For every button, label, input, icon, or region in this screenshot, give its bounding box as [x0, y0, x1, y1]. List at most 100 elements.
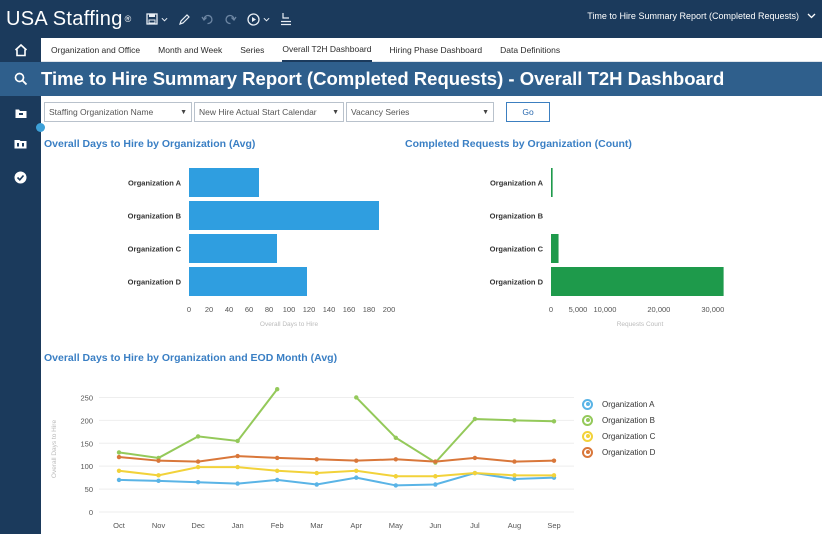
dropdown-caret-icon: ▼: [332, 108, 339, 116]
folder-button[interactable]: [0, 108, 41, 119]
run-button[interactable]: [246, 12, 270, 26]
tick-label: 60: [245, 305, 253, 314]
legend-item[interactable]: Organization A: [582, 396, 655, 412]
x-tick-label: May: [389, 521, 403, 530]
chevron-down-icon: [263, 17, 270, 22]
category-label: Organization C: [490, 245, 544, 254]
save-button[interactable]: [145, 13, 168, 25]
x-tick-label: Feb: [271, 521, 284, 530]
data-point: [512, 459, 517, 464]
report-selector[interactable]: Time to Hire Summary Report (Completed R…: [587, 11, 816, 21]
category-label: Organization C: [128, 245, 182, 254]
tick-label: 40: [225, 305, 233, 314]
home-button[interactable]: [0, 43, 41, 57]
data-point: [551, 419, 557, 424]
data-point: [354, 475, 359, 480]
data-point: [116, 454, 122, 460]
bar: [551, 168, 553, 197]
data-point: [116, 468, 122, 473]
data-point: [235, 481, 240, 486]
tick-label: 20,000: [647, 305, 670, 314]
legend-swatch: [582, 398, 593, 410]
legend-label: Organization B: [602, 415, 655, 425]
bar: [189, 168, 259, 197]
avg-days-chart-title: Overall Days to Hire by Organization (Av…: [44, 138, 256, 150]
undo-icon: [201, 14, 213, 24]
brand-registered-mark: ®: [124, 14, 132, 24]
y-tick-label: 250: [80, 393, 93, 402]
legend-swatch-fill: [585, 402, 590, 406]
bar: [551, 234, 559, 263]
chevron-down-icon: [807, 13, 816, 19]
y-tick-label: 200: [80, 416, 93, 425]
folder-icon: [15, 109, 26, 118]
save-icon: [145, 13, 158, 25]
staffing-organization-select[interactable]: Staffing Organization Name ▼: [44, 102, 192, 122]
data-point: [551, 473, 557, 478]
library-button[interactable]: [0, 138, 41, 149]
category-label: Organization A: [490, 179, 544, 188]
data-point: [195, 464, 201, 470]
data-point: [274, 455, 280, 461]
bar: [189, 267, 307, 296]
data-point: [195, 480, 201, 485]
tab-overall-t2h-dashboard[interactable]: Overall T2H Dashboard: [282, 38, 372, 62]
y-axis-label: Overall Days to Hire: [51, 420, 58, 479]
legend-item[interactable]: Organization D: [582, 444, 655, 460]
tab-series[interactable]: Series: [240, 38, 264, 62]
edit-button[interactable]: [178, 13, 191, 26]
tab-hiring-phase-dashboard[interactable]: Hiring Phase Dashboard: [390, 38, 483, 62]
legend-swatch-fill: [585, 434, 590, 438]
data-point: [195, 459, 201, 464]
undo-button[interactable]: [201, 13, 214, 26]
redo-button[interactable]: [224, 13, 237, 26]
report-name: Time to Hire Summary Report (Completed R…: [587, 11, 799, 21]
data-point: [393, 483, 399, 488]
dropdown-caret-icon: ▼: [482, 108, 489, 116]
x-tick-label: Mar: [310, 521, 323, 530]
data-point: [551, 458, 557, 463]
tasks-button[interactable]: [0, 171, 41, 184]
x-tick-label: Aug: [508, 521, 521, 530]
data-point: [472, 470, 478, 476]
app-window: USA Staffing ® Time to Hire Summary Repo…: [0, 0, 822, 534]
x-tick-label: Nov: [152, 521, 166, 530]
legend-item[interactable]: Organization B: [582, 412, 655, 428]
report-tabs: Organization and Office Month and Week S…: [41, 38, 822, 62]
legend-label: Organization D: [602, 447, 656, 457]
legend-swatch-fill: [585, 450, 590, 454]
category-label: Organization D: [128, 278, 182, 287]
tab-month-and-week[interactable]: Month and Week: [158, 38, 222, 62]
start-calendar-select[interactable]: New Hire Actual Start Calendar ▼: [194, 102, 344, 122]
tab-data-definitions[interactable]: Data Definitions: [500, 38, 560, 62]
data-point: [156, 458, 161, 463]
tick-label: 120: [303, 305, 316, 314]
legend-item[interactable]: Organization C: [582, 428, 655, 444]
library-icon: [14, 140, 27, 149]
y-tick-label: 0: [89, 508, 93, 517]
go-button[interactable]: Go: [506, 102, 550, 122]
category-label: Organization D: [490, 278, 544, 287]
x-tick-label: Sep: [547, 521, 560, 530]
data-point: [274, 477, 280, 483]
tab-organization-and-office[interactable]: Organization and Office: [51, 38, 140, 62]
x-tick-label: Apr: [350, 521, 362, 530]
data-point: [393, 474, 399, 479]
bar: [551, 267, 724, 296]
category-label: Organization A: [128, 179, 182, 188]
data-point: [433, 474, 438, 479]
brand-logo: USA Staffing ®: [0, 8, 132, 31]
play-icon: [246, 12, 260, 26]
data-point: [393, 435, 399, 440]
count-bar-chart: Organization A Organization B Organization…: [490, 168, 724, 328]
data-point: [314, 470, 319, 476]
data-point: [472, 416, 478, 422]
legend-swatch: [582, 414, 593, 426]
tick-label: 10,000: [593, 305, 616, 314]
vacancy-series-select[interactable]: Vacancy Series ▼: [346, 102, 494, 122]
data-point: [274, 468, 280, 473]
export-button[interactable]: [280, 12, 292, 26]
data-point: [433, 482, 438, 487]
search-button[interactable]: [0, 72, 41, 86]
data-point: [314, 457, 319, 462]
